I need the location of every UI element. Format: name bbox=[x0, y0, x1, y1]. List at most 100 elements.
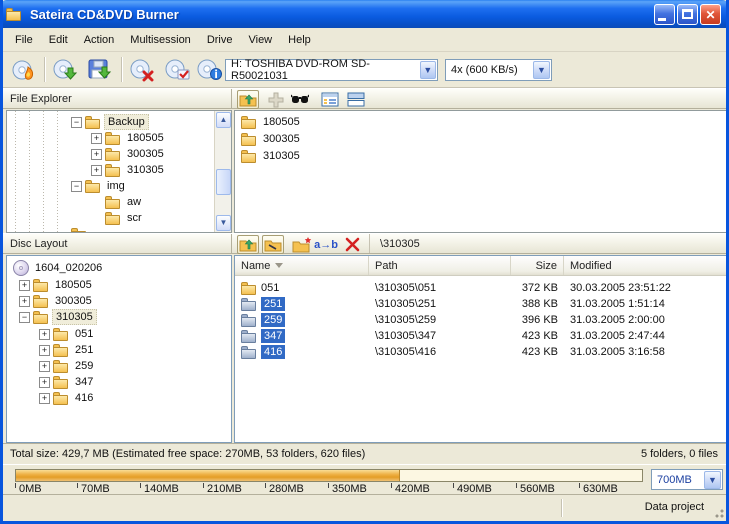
expand-icon[interactable]: + bbox=[91, 133, 102, 144]
sort-arrow-icon bbox=[275, 263, 283, 268]
menu-item-drive[interactable]: Drive bbox=[199, 31, 241, 49]
save-floppy-icon bbox=[87, 58, 113, 82]
chevron-down-icon[interactable]: ▼ bbox=[704, 471, 721, 489]
disc-info-button[interactable] bbox=[195, 55, 225, 84]
tree-item-300305[interactable]: + 300305 bbox=[91, 146, 167, 162]
table-row-selected[interactable]: 347 \310305\347 423 KB 31.03.2005 2:47:4… bbox=[235, 328, 728, 344]
tree-scrollbar[interactable]: ▲ ▼ bbox=[214, 111, 231, 232]
write-image-button[interactable] bbox=[50, 55, 80, 84]
chevron-down-icon[interactable]: ▼ bbox=[420, 61, 436, 79]
cd-icon bbox=[13, 260, 29, 276]
save-project-button[interactable] bbox=[85, 55, 115, 84]
column-header-size[interactable]: Size bbox=[511, 256, 564, 275]
split-view-button[interactable] bbox=[345, 90, 367, 109]
file-explorer-title: File Explorer bbox=[10, 93, 72, 105]
filter-button[interactable] bbox=[289, 90, 311, 109]
status-bar: Total size: 429,7 MB (Estimated free spa… bbox=[3, 443, 726, 464]
column-header-name[interactable]: Name bbox=[235, 256, 369, 275]
verify-disc-button[interactable] bbox=[163, 55, 193, 84]
tree-item-180505[interactable]: + 180505 bbox=[91, 130, 167, 146]
tree-item-251[interactable]: + 251 bbox=[39, 342, 96, 358]
tree-item-scr[interactable]: scr bbox=[91, 210, 145, 226]
menu-item-multisession[interactable]: Multisession bbox=[122, 31, 199, 49]
erase-disc-icon bbox=[129, 58, 155, 82]
scroll-up-icon[interactable]: ▲ bbox=[216, 112, 231, 128]
disc-size-select[interactable]: 700MB ▼ bbox=[651, 469, 723, 490]
expand-icon[interactable]: + bbox=[39, 377, 50, 388]
menu-item-action[interactable]: Action bbox=[76, 31, 123, 49]
collapse-icon[interactable]: − bbox=[71, 181, 82, 192]
expand-icon[interactable]: + bbox=[39, 393, 50, 404]
add-files-button[interactable] bbox=[265, 90, 287, 109]
folder-up-button[interactable] bbox=[237, 90, 259, 109]
file-explorer-files-panel: 180505 300305 310305 bbox=[234, 110, 729, 233]
tree-item-300305[interactable]: + 300305 bbox=[19, 293, 95, 309]
app-icon bbox=[6, 7, 24, 21]
glasses-icon bbox=[291, 93, 309, 106]
file-explorer-header: File Explorer bbox=[3, 88, 726, 109]
file-item-300305[interactable]: 300305 bbox=[241, 131, 303, 147]
folder-up-button[interactable] bbox=[237, 235, 259, 254]
table-row[interactable]: 051 \310305\051 372 KB 30.03.2005 23:51:… bbox=[235, 280, 728, 296]
tree-item-backup[interactable]: − Backup bbox=[71, 114, 149, 130]
menu-item-help[interactable]: Help bbox=[280, 31, 319, 49]
tree-item-aw[interactable]: aw bbox=[91, 194, 144, 210]
burn-speed-select[interactable]: 4x (600 KB/s) ▼ bbox=[445, 59, 552, 81]
tree-item-180505[interactable]: + 180505 bbox=[19, 277, 95, 293]
tree-item-310305[interactable]: + 310305 bbox=[91, 162, 167, 178]
expand-icon[interactable]: + bbox=[39, 345, 50, 356]
table-row-selected[interactable]: 416 \310305\416 423 KB 31.03.2005 3:16:5… bbox=[235, 344, 728, 360]
tree-item-416[interactable]: + 416 bbox=[39, 390, 96, 406]
minimize-button[interactable] bbox=[654, 4, 675, 25]
menu-item-view[interactable]: View bbox=[240, 31, 280, 49]
drive-select[interactable]: H: TOSHIBA DVD-ROM SD-R50021031 ▼ bbox=[225, 59, 438, 81]
split-view-icon bbox=[347, 92, 365, 107]
tree-item-img[interactable]: − img bbox=[71, 178, 128, 194]
maximize-button[interactable] bbox=[677, 4, 698, 25]
erase-disc-button[interactable] bbox=[127, 55, 157, 84]
collapse-icon[interactable]: − bbox=[19, 312, 30, 323]
close-button[interactable]: ✕ bbox=[700, 4, 721, 25]
folder-up-icon bbox=[239, 237, 257, 252]
collapse-icon[interactable]: − bbox=[71, 117, 82, 128]
drive-select-value: H: TOSHIBA DVD-ROM SD-R50021031 bbox=[231, 58, 420, 82]
toolbar-separator bbox=[44, 57, 46, 82]
expand-icon[interactable]: + bbox=[91, 165, 102, 176]
table-row-selected[interactable]: 259 \310305\259 396 KB 31.03.2005 2:00:0… bbox=[235, 312, 728, 328]
rename-label: a→b bbox=[314, 239, 338, 251]
scroll-down-icon[interactable]: ▼ bbox=[216, 215, 231, 231]
window-titlebar: Sateira CD&DVD Burner ✕ bbox=[0, 0, 729, 28]
disc-info-icon bbox=[197, 58, 223, 82]
menu-item-edit[interactable]: Edit bbox=[41, 31, 76, 49]
expand-icon[interactable]: + bbox=[19, 296, 30, 307]
footer-divider bbox=[561, 499, 563, 517]
project-type-text: Data project bbox=[645, 501, 704, 513]
burn-speed-value: 4x (600 KB/s) bbox=[451, 64, 518, 76]
menu-item-file[interactable]: File bbox=[7, 31, 41, 49]
table-row-selected[interactable]: 251 \310305\251 388 KB 31.03.2005 1:51:1… bbox=[235, 296, 728, 312]
chevron-down-icon[interactable]: ▼ bbox=[533, 61, 550, 79]
expand-icon[interactable]: + bbox=[39, 361, 50, 372]
column-header-modified[interactable]: Modified bbox=[564, 256, 728, 275]
expand-icon[interactable]: + bbox=[19, 280, 30, 291]
tree-item-051[interactable]: + 051 bbox=[39, 326, 96, 342]
expand-icon[interactable]: + bbox=[39, 329, 50, 340]
rename-button[interactable]: a→b bbox=[315, 235, 337, 254]
expand-icon[interactable]: + bbox=[91, 149, 102, 160]
file-item-180505[interactable]: 180505 bbox=[241, 114, 303, 130]
column-header-path[interactable]: Path bbox=[369, 256, 511, 275]
tree-item-347[interactable]: + 347 bbox=[39, 374, 96, 390]
file-explorer-tree-panel: − Backup + 180505 + 300305 + 310305 − im… bbox=[6, 110, 232, 233]
file-item-310305[interactable]: 310305 bbox=[241, 148, 303, 164]
burn-disc-button[interactable] bbox=[9, 55, 39, 84]
delete-button[interactable] bbox=[341, 235, 363, 254]
window-title: Sateira CD&DVD Burner bbox=[30, 7, 179, 22]
tree-item-259[interactable]: + 259 bbox=[39, 358, 96, 374]
scrollbar-thumb[interactable] bbox=[216, 169, 231, 195]
tree-item-310305[interactable]: − 310305 bbox=[19, 309, 97, 325]
tree-item-disc-root[interactable]: 1604_020206 bbox=[13, 260, 105, 276]
root-folder-button[interactable] bbox=[262, 235, 284, 254]
resize-grip[interactable] bbox=[712, 506, 725, 519]
new-folder-button[interactable] bbox=[291, 235, 313, 254]
details-view-button[interactable] bbox=[319, 90, 341, 109]
